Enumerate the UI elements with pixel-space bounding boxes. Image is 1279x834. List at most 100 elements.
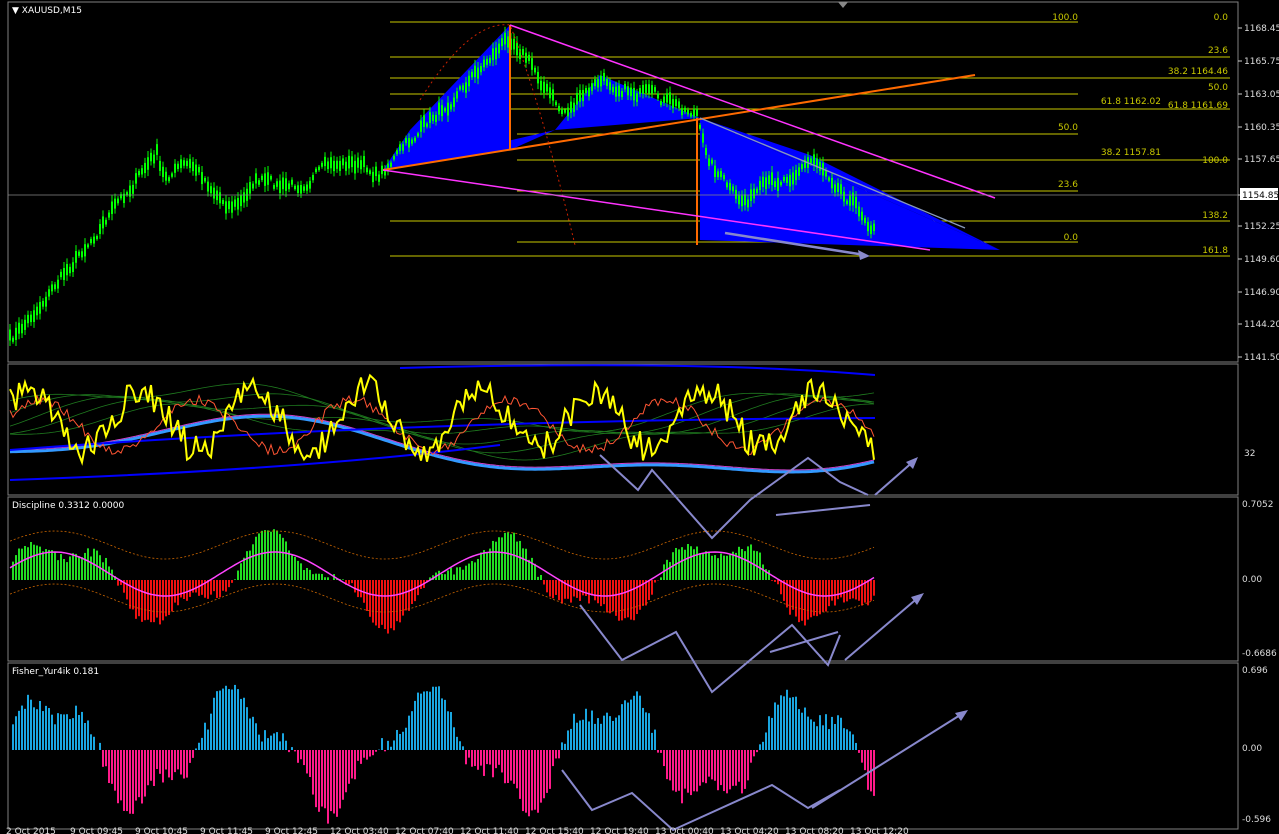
- discipline-bar: [693, 549, 695, 580]
- candle-body: [576, 92, 578, 105]
- fisher-bar: [474, 750, 476, 767]
- fisher-bar: [537, 750, 539, 813]
- candle-body: [594, 79, 596, 87]
- price-tick-label: 1152.25: [1244, 222, 1279, 232]
- discipline-bar: [543, 580, 545, 585]
- candle-body: [69, 266, 71, 274]
- candle-body: [525, 52, 527, 63]
- fibonacci-label: 0.0: [1064, 233, 1079, 243]
- candle-body: [837, 182, 839, 192]
- discipline-bar: [315, 573, 317, 580]
- discipline-bar: [555, 580, 557, 595]
- collapse-triangle-icon[interactable]: ▼: [12, 6, 19, 16]
- discipline-bar: [690, 546, 692, 580]
- fisher-bar: [519, 750, 521, 799]
- fisher-bar: [504, 750, 506, 784]
- fisher-bar: [255, 723, 257, 750]
- discipline-bar: [456, 567, 458, 580]
- fisher-bar: [690, 750, 692, 796]
- discipline-bar: [798, 580, 800, 623]
- candle-body: [753, 188, 755, 199]
- fisher-bar: [120, 750, 122, 801]
- fisher-bar: [267, 738, 269, 750]
- rsi-level-label: 32: [1244, 449, 1255, 459]
- fisher-bar: [138, 750, 140, 798]
- discipline-bar: [447, 570, 449, 580]
- fisher-bar: [783, 696, 785, 750]
- candle-body: [666, 93, 668, 103]
- fisher-bar: [852, 734, 854, 750]
- rsi-oscillator[interactable]: [9, 364, 918, 540]
- discipline-bar: [90, 556, 92, 580]
- fisher-bar: [804, 707, 806, 750]
- main-price-chart[interactable]: 100.0 0.0 23.6 38.2 1164.46 50.0 61.8 1162.02…: [9, 2, 1230, 347]
- fisher-bar: [366, 750, 368, 760]
- fisher-bar: [39, 701, 41, 750]
- discipline-bar: [807, 580, 809, 620]
- candle-body: [768, 175, 770, 185]
- fisher-scale-label: 0.696: [1242, 666, 1268, 676]
- discipline-bar: [738, 546, 740, 580]
- candle-body: [855, 196, 857, 209]
- discipline-bar: [816, 580, 818, 617]
- time-tick-label: 12 Oct 03:40: [330, 827, 389, 834]
- discipline-bar: [324, 577, 326, 580]
- fibonacci-label: 23.6: [1208, 46, 1228, 56]
- discipline-bar: [810, 580, 812, 618]
- candle-body: [231, 201, 233, 213]
- fisher-bar: [588, 721, 590, 750]
- time-tick-label: 13 Oct 04:20: [720, 827, 779, 834]
- fisher-bar: [801, 712, 803, 750]
- discipline-bar: [372, 580, 374, 623]
- fisher-bar: [858, 750, 860, 753]
- price-tick-label: 1146.90: [1244, 288, 1279, 298]
- fibonacci-label: 100.0: [1202, 156, 1228, 166]
- arrowhead-icon: [955, 710, 968, 721]
- discipline-bar: [837, 580, 839, 600]
- candle-body: [582, 89, 584, 102]
- discipline-bar: [618, 580, 620, 621]
- candle-body: [312, 174, 314, 181]
- candle-body: [90, 238, 92, 244]
- candle-body: [234, 199, 236, 207]
- fisher-bar: [684, 750, 686, 789]
- discipline-histogram[interactable]: [9, 529, 924, 694]
- candle-body: [597, 79, 599, 88]
- candle-body: [303, 186, 305, 191]
- candle-body: [774, 181, 776, 188]
- candle-body: [852, 192, 854, 206]
- discipline-bar: [78, 556, 80, 580]
- discipline-bar: [378, 580, 380, 629]
- discipline-bar: [213, 580, 215, 592]
- time-tick-label: 12 Oct 15:40: [525, 827, 584, 834]
- discipline-bar: [42, 551, 44, 580]
- fisher-histogram[interactable]: [12, 684, 968, 832]
- discipline-bar: [72, 553, 74, 580]
- fisher-bar: [576, 722, 578, 750]
- discipline-bar: [33, 544, 35, 580]
- fisher-bar: [129, 750, 131, 814]
- discipline-bar: [831, 580, 833, 601]
- candle-body: [54, 284, 56, 290]
- discipline-bar: [660, 577, 662, 580]
- candle-body: [675, 99, 677, 106]
- fisher-bar: [546, 750, 548, 793]
- candle-body: [834, 184, 836, 193]
- discipline-bar: [537, 576, 539, 580]
- discipline-bar: [387, 580, 389, 634]
- fisher-bar: [723, 750, 725, 792]
- candle-body: [366, 167, 368, 173]
- candle-body: [732, 186, 734, 192]
- fisher-bar: [744, 750, 746, 789]
- candle-body: [630, 87, 632, 97]
- discipline-bar: [150, 580, 152, 623]
- candle-body: [33, 310, 35, 323]
- chart-window: 100.0 0.0 23.6 38.2 1164.46 50.0 61.8 1162.02…: [6, 1, 1279, 834]
- fisher-bar: [69, 719, 71, 750]
- fisher-bar: [768, 716, 770, 750]
- candle-body: [333, 160, 335, 172]
- fisher-bar: [51, 714, 53, 750]
- discipline-bar: [69, 556, 71, 580]
- fibonacci-label: 23.6: [1058, 180, 1078, 190]
- candle-body: [678, 101, 680, 108]
